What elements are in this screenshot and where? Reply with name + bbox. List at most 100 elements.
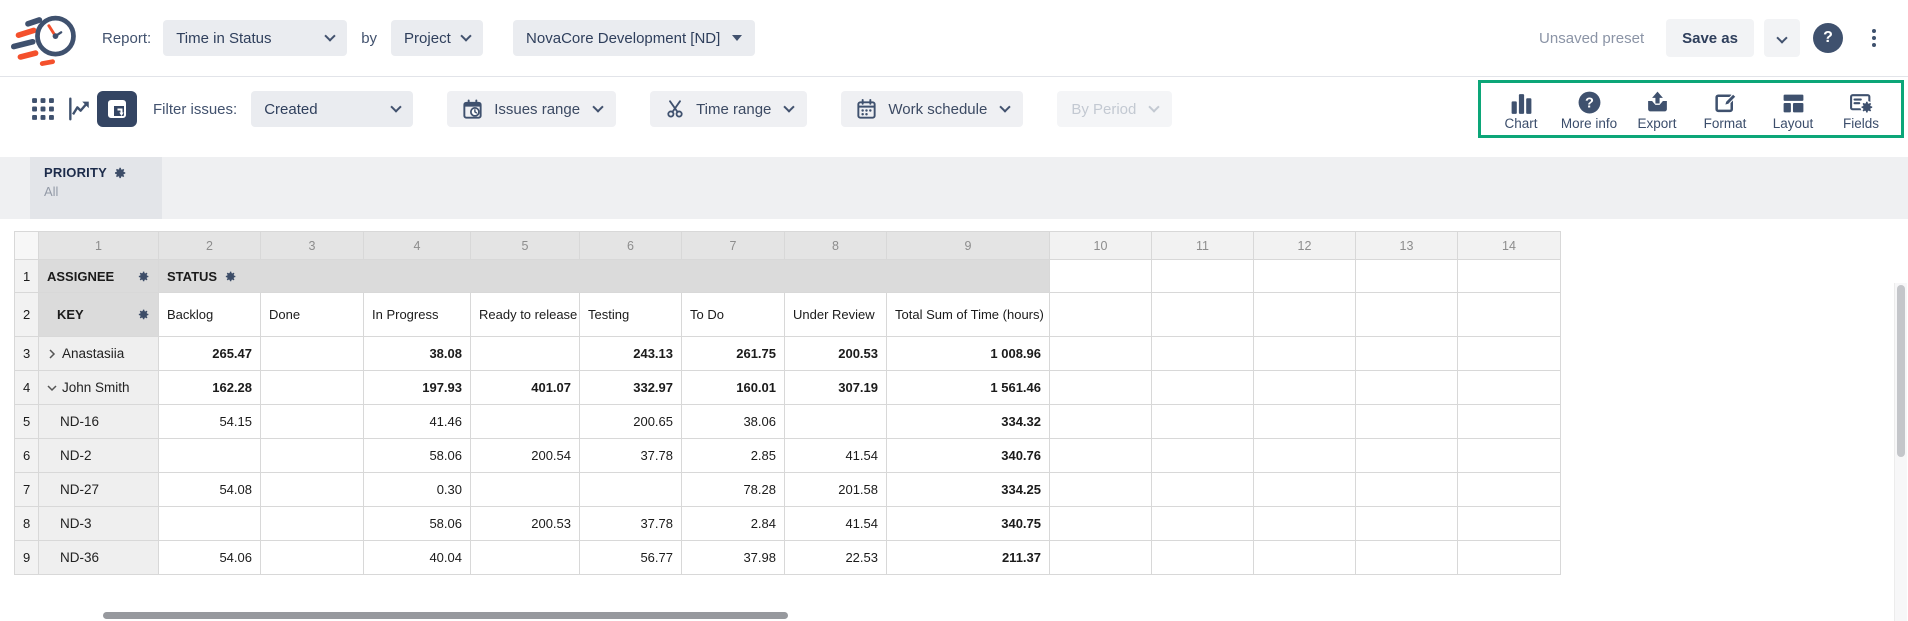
value-cell[interactable]: 401.07 bbox=[471, 371, 580, 405]
value-cell[interactable] bbox=[261, 473, 364, 507]
value-cell[interactable]: 41.54 bbox=[785, 507, 887, 541]
value-cell[interactable] bbox=[261, 337, 364, 371]
value-cell[interactable] bbox=[261, 507, 364, 541]
empty-cell[interactable] bbox=[1152, 405, 1254, 439]
issue-key-cell[interactable]: ND-27 bbox=[39, 473, 159, 507]
empty-cell[interactable] bbox=[1356, 507, 1458, 541]
empty-cell[interactable] bbox=[1254, 260, 1356, 293]
value-cell[interactable] bbox=[159, 507, 261, 541]
total-cell[interactable]: 211.37 bbox=[887, 541, 1050, 575]
empty-cell[interactable] bbox=[1254, 541, 1356, 575]
vertical-scrollbar-thumb[interactable] bbox=[1897, 285, 1905, 457]
value-cell[interactable] bbox=[471, 473, 580, 507]
value-cell[interactable]: 2.85 bbox=[682, 439, 785, 473]
empty-cell[interactable] bbox=[1254, 293, 1356, 337]
value-cell[interactable] bbox=[471, 337, 580, 371]
status-column-header[interactable]: Done bbox=[261, 293, 364, 337]
layout-action-button[interactable]: Layout bbox=[1759, 88, 1827, 131]
chart-action-button[interactable]: Chart bbox=[1487, 88, 1555, 131]
help-button[interactable]: ? bbox=[1810, 19, 1846, 57]
fields-action-button[interactable]: Fields bbox=[1827, 88, 1895, 131]
value-cell[interactable]: 200.54 bbox=[471, 439, 580, 473]
export-action-button[interactable]: Export bbox=[1623, 88, 1691, 131]
value-cell[interactable]: 58.06 bbox=[364, 439, 471, 473]
gear-icon[interactable] bbox=[224, 270, 237, 283]
value-cell[interactable]: 200.65 bbox=[580, 405, 682, 439]
chevron-right-icon[interactable] bbox=[47, 349, 57, 359]
status-column-header[interactable]: Total Sum of Time (hours) bbox=[887, 293, 1050, 337]
assignee-group-cell[interactable]: John Smith bbox=[39, 371, 159, 405]
empty-cell[interactable] bbox=[1254, 405, 1356, 439]
value-cell[interactable]: 58.06 bbox=[364, 507, 471, 541]
report-type-select[interactable]: Time in Status bbox=[163, 20, 347, 56]
value-cell[interactable]: 265.47 bbox=[159, 337, 261, 371]
empty-cell[interactable] bbox=[1356, 371, 1458, 405]
value-cell[interactable] bbox=[261, 439, 364, 473]
empty-cell[interactable] bbox=[1458, 439, 1561, 473]
empty-cell[interactable] bbox=[1458, 293, 1561, 337]
empty-cell[interactable] bbox=[1458, 541, 1561, 575]
empty-cell[interactable] bbox=[1254, 473, 1356, 507]
value-cell[interactable]: 160.01 bbox=[682, 371, 785, 405]
value-cell[interactable]: 2.84 bbox=[682, 507, 785, 541]
empty-cell[interactable] bbox=[1050, 507, 1152, 541]
empty-cell[interactable] bbox=[1254, 507, 1356, 541]
empty-cell[interactable] bbox=[1356, 541, 1458, 575]
value-cell[interactable] bbox=[159, 439, 261, 473]
value-cell[interactable] bbox=[580, 473, 682, 507]
empty-cell[interactable] bbox=[1458, 260, 1561, 293]
empty-cell[interactable] bbox=[1050, 405, 1152, 439]
empty-cell[interactable] bbox=[1356, 293, 1458, 337]
empty-cell[interactable] bbox=[1050, 293, 1152, 337]
empty-cell[interactable] bbox=[1458, 473, 1561, 507]
more-info-action-button[interactable]: ? More info bbox=[1555, 88, 1623, 131]
total-cell[interactable]: 340.75 bbox=[887, 507, 1050, 541]
empty-cell[interactable] bbox=[1050, 541, 1152, 575]
value-cell[interactable]: 0.30 bbox=[364, 473, 471, 507]
value-cell[interactable]: 78.28 bbox=[682, 473, 785, 507]
empty-cell[interactable] bbox=[1050, 371, 1152, 405]
issues-range-button[interactable]: Issues range bbox=[447, 91, 616, 127]
work-schedule-button[interactable]: Work schedule bbox=[841, 91, 1023, 127]
total-cell[interactable]: 1 008.96 bbox=[887, 337, 1050, 371]
empty-cell[interactable] bbox=[1152, 473, 1254, 507]
empty-cell[interactable] bbox=[1254, 371, 1356, 405]
grid-view-button[interactable] bbox=[25, 91, 61, 127]
value-cell[interactable]: 54.08 bbox=[159, 473, 261, 507]
value-cell[interactable]: 56.77 bbox=[580, 541, 682, 575]
chevron-down-icon[interactable] bbox=[47, 383, 57, 393]
empty-cell[interactable] bbox=[1458, 371, 1561, 405]
empty-cell[interactable] bbox=[1356, 337, 1458, 371]
value-cell[interactable] bbox=[261, 541, 364, 575]
status-column-header[interactable]: Under Review bbox=[785, 293, 887, 337]
status-header-cell[interactable]: STATUS bbox=[159, 260, 1050, 293]
empty-cell[interactable] bbox=[1356, 260, 1458, 293]
empty-cell[interactable] bbox=[1356, 473, 1458, 507]
value-cell[interactable]: 307.19 bbox=[785, 371, 887, 405]
gear-icon[interactable] bbox=[137, 308, 150, 321]
empty-cell[interactable] bbox=[1050, 473, 1152, 507]
project-select[interactable]: NovaCore Development [ND] bbox=[513, 20, 755, 56]
empty-cell[interactable] bbox=[1458, 405, 1561, 439]
empty-cell[interactable] bbox=[1152, 507, 1254, 541]
empty-cell[interactable] bbox=[1152, 293, 1254, 337]
empty-cell[interactable] bbox=[1050, 337, 1152, 371]
priority-filter[interactable]: PRIORITY All bbox=[30, 157, 162, 219]
issue-key-cell[interactable]: ND-2 bbox=[39, 439, 159, 473]
gear-icon[interactable] bbox=[137, 270, 150, 283]
empty-cell[interactable] bbox=[1152, 337, 1254, 371]
value-cell[interactable]: 37.78 bbox=[580, 507, 682, 541]
gear-icon[interactable] bbox=[113, 166, 127, 180]
issue-key-cell[interactable]: ND-3 bbox=[39, 507, 159, 541]
empty-cell[interactable] bbox=[1152, 371, 1254, 405]
format-action-button[interactable]: Format bbox=[1691, 88, 1759, 131]
value-cell[interactable]: 54.06 bbox=[159, 541, 261, 575]
issue-key-cell[interactable]: ND-16 bbox=[39, 405, 159, 439]
empty-cell[interactable] bbox=[1254, 439, 1356, 473]
value-cell[interactable]: 41.46 bbox=[364, 405, 471, 439]
total-cell[interactable]: 334.32 bbox=[887, 405, 1050, 439]
total-cell[interactable]: 1 561.46 bbox=[887, 371, 1050, 405]
more-menu-button[interactable] bbox=[1856, 19, 1892, 57]
value-cell[interactable]: 38.08 bbox=[364, 337, 471, 371]
value-cell[interactable]: 332.97 bbox=[580, 371, 682, 405]
